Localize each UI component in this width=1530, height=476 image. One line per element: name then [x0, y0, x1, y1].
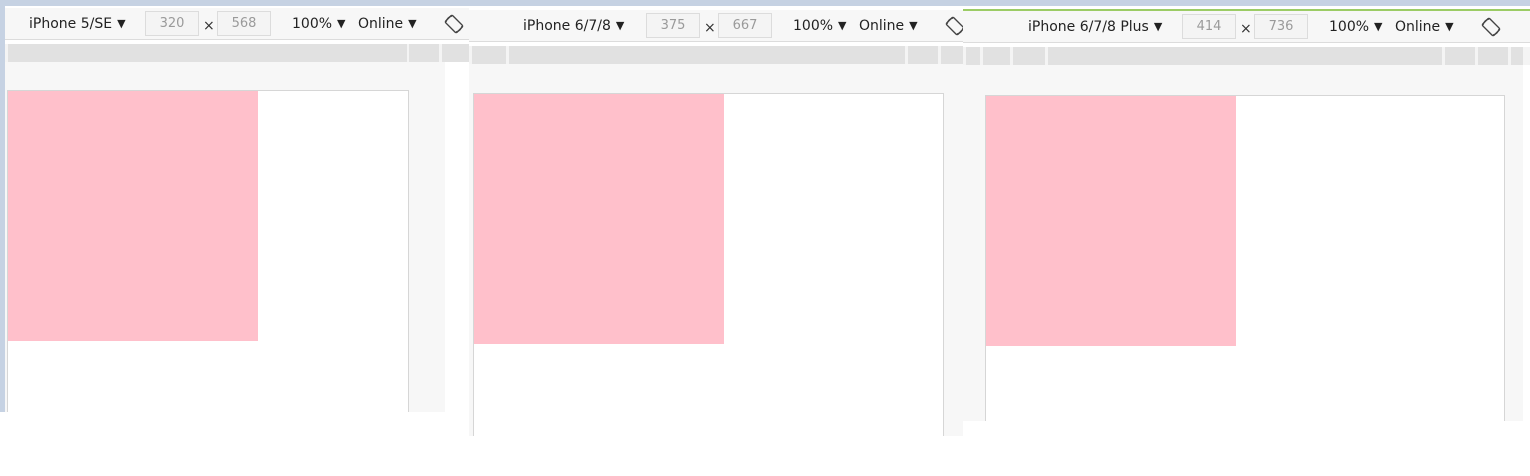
dimension-separator: × — [203, 18, 215, 34]
media-query-segment[interactable] — [472, 46, 506, 64]
device-toolbar: iPhone 6/7/8 Plus ▼ 414 × 736 100% ▼ Onlin… — [963, 11, 1530, 43]
media-query-segment[interactable] — [983, 47, 1010, 65]
device-viewport — [7, 90, 409, 412]
device-panel-iphone-6-plus: iPhone 6/7/8 Plus ▼ 414 × 736 100% ▼ Onlin… — [963, 9, 1530, 421]
media-query-segment[interactable] — [1478, 47, 1508, 65]
caret-down-icon: ▼ — [1445, 20, 1454, 33]
zoom-select[interactable]: 100% ▼ — [292, 8, 346, 40]
pink-box — [474, 94, 724, 344]
media-query-bar — [963, 47, 1530, 65]
device-viewport — [473, 93, 944, 436]
pink-box — [8, 91, 258, 341]
dimension-separator: × — [704, 20, 716, 36]
media-query-segment[interactable] — [941, 46, 963, 64]
caret-down-icon: ▼ — [909, 19, 918, 32]
zoom-select[interactable]: 100% ▼ — [793, 10, 847, 42]
device-select[interactable]: iPhone 6/7/8 Plus ▼ — [1028, 11, 1162, 43]
media-query-bar — [5, 44, 469, 62]
caret-down-icon: ▼ — [408, 17, 417, 30]
device-toolbar: iPhone 6/7/8 ▼ 375 × 667 100% ▼ Online ▼ — [469, 10, 965, 42]
network-throttle-select[interactable]: Online ▼ — [358, 8, 417, 40]
dimension-separator: × — [1240, 21, 1252, 37]
media-query-segment[interactable] — [1511, 47, 1523, 65]
device-toolbar: iPhone 5/SE ▼ 320 × 568 100% ▼ Online ▼ — [5, 8, 469, 40]
caret-down-icon: ▼ — [337, 17, 346, 30]
network-throttle-select[interactable]: Online ▼ — [1395, 11, 1454, 43]
device-name: iPhone 6/7/8 — [523, 18, 611, 34]
network-throttle-select[interactable]: Online ▼ — [859, 10, 918, 42]
device-panel-iphone-6: iPhone 6/7/8 ▼ 375 × 667 100% ▼ Online ▼ — [469, 10, 965, 436]
media-query-segment[interactable] — [409, 44, 439, 62]
caret-down-icon: ▼ — [117, 17, 126, 30]
media-query-segment[interactable] — [509, 46, 905, 64]
device-name: iPhone 6/7/8 Plus — [1028, 19, 1149, 35]
caret-down-icon: ▼ — [838, 19, 847, 32]
zoom-value: 100% — [1329, 19, 1370, 35]
width-input[interactable]: 375 — [646, 13, 700, 38]
media-query-segment[interactable] — [966, 47, 980, 65]
responsive-design-comparison: iPhone 5/SE ▼ 320 × 568 100% ▼ Online ▼ — [0, 0, 1530, 476]
caret-down-icon: ▼ — [1374, 20, 1383, 33]
rotate-icon[interactable] — [945, 16, 965, 36]
device-select[interactable]: iPhone 6/7/8 ▼ — [523, 10, 624, 42]
media-query-segment[interactable] — [442, 44, 469, 62]
media-query-segment[interactable] — [1048, 47, 1442, 65]
media-query-segment[interactable] — [1445, 47, 1475, 65]
zoom-value: 100% — [292, 16, 333, 32]
media-query-segment[interactable] — [8, 44, 407, 62]
device-panel-iphone-5: iPhone 5/SE ▼ 320 × 568 100% ▼ Online ▼ — [5, 8, 469, 412]
width-input[interactable]: 414 — [1182, 14, 1236, 39]
network-value: Online — [859, 18, 905, 34]
caret-down-icon: ▼ — [615, 19, 625, 32]
media-query-segment[interactable] — [1013, 47, 1045, 65]
zoom-select[interactable]: 100% ▼ — [1329, 11, 1383, 43]
rotate-icon[interactable] — [444, 14, 464, 34]
caret-down-icon: ▼ — [1153, 20, 1163, 33]
network-value: Online — [358, 16, 404, 32]
device-name: iPhone 5/SE — [29, 16, 113, 32]
media-query-bar — [469, 46, 963, 64]
height-input[interactable]: 667 — [718, 13, 772, 38]
media-query-segment[interactable] — [908, 46, 938, 64]
rotate-icon[interactable] — [1481, 17, 1501, 37]
pink-box — [986, 96, 1236, 346]
zoom-value: 100% — [793, 18, 834, 34]
height-input[interactable]: 568 — [217, 11, 271, 36]
window-top-edge — [0, 0, 1530, 6]
width-input[interactable]: 320 — [145, 11, 199, 36]
device-select[interactable]: iPhone 5/SE ▼ — [29, 8, 126, 40]
network-value: Online — [1395, 19, 1441, 35]
device-viewport — [985, 95, 1505, 421]
height-input[interactable]: 736 — [1254, 14, 1308, 39]
